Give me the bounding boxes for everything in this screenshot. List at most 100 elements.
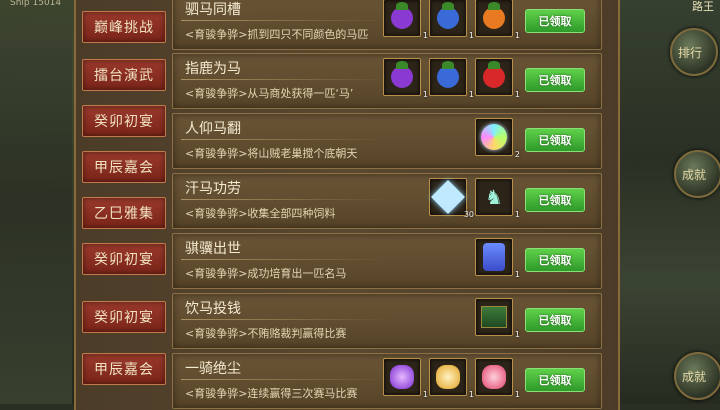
- item-count: 1: [468, 31, 474, 40]
- tab-label: 甲辰嘉会: [94, 160, 154, 176]
- tab-jiachen-gathering-2[interactable]: 甲辰嘉会: [82, 353, 166, 385]
- item-count: 30: [463, 210, 474, 219]
- reward-items: 1: [475, 298, 520, 339]
- reward-slot[interactable]: 1: [383, 58, 428, 99]
- reward-items: 30 ♞ 1: [429, 178, 520, 219]
- tab-label: 甲辰嘉会: [94, 362, 154, 378]
- tab-label: 擂台演武: [94, 68, 154, 84]
- task-row: 人仰马翻 <育骏争骅>将山贼老巢搅个底朝天 2 已领取: [172, 113, 602, 169]
- achievement-button-label: 成就: [682, 168, 707, 182]
- reward-items: 1: [475, 238, 520, 279]
- reward-items: 1 1 1: [383, 0, 520, 40]
- claimed-button[interactable]: 已领取: [525, 128, 585, 152]
- task-title: 一骑绝尘: [185, 361, 241, 377]
- tab-guimao-feast-2[interactable]: 癸卯初宴: [82, 243, 166, 275]
- rank-round-button[interactable]: 排行: [670, 28, 718, 76]
- claimed-button[interactable]: 已领取: [525, 368, 585, 392]
- task-row: 指鹿为马 <育骏争骅>从马商处获得一匹‘马’ 1 1 1 已领取: [172, 53, 602, 109]
- reward-slot[interactable]: 1: [475, 358, 520, 399]
- reward-slot[interactable]: 1: [429, 358, 474, 399]
- claimed-button[interactable]: 已领取: [525, 248, 585, 272]
- claimed-button[interactable]: 已领取: [525, 9, 585, 33]
- item-count: 1: [514, 90, 520, 99]
- task-row: 一骑绝尘 <育骏争骅>连续赢得三次赛马比赛 1 1 1 已领取: [172, 353, 602, 409]
- row-divider: [181, 199, 391, 200]
- task-description: <育骏争骅>成功培育出一匹名马: [185, 267, 347, 280]
- task-description: <育骏争骅>抓到四只不同颜色的马匹: [185, 28, 369, 41]
- item-count: 1: [514, 31, 520, 40]
- row-divider: [181, 79, 391, 80]
- row-divider: [181, 319, 391, 320]
- item-count: 1: [422, 90, 428, 99]
- task-panel: 巅峰挑战 擂台演武 癸卯初宴 甲辰嘉会 乙巳雅集 癸卯初宴 癸卯初宴 甲辰嘉会 …: [74, 0, 620, 410]
- reward-items: 2: [475, 118, 520, 159]
- tab-guimao-feast[interactable]: 癸卯初宴: [82, 105, 166, 137]
- tab-peak-challenge[interactable]: 巅峰挑战: [82, 11, 166, 43]
- achievement-round-button[interactable]: 成就: [674, 150, 720, 198]
- reward-slot[interactable]: 1: [429, 58, 474, 99]
- reward-slot[interactable]: 1: [383, 358, 428, 399]
- treasure-box-icon: [481, 306, 507, 328]
- left-strip-text: Ship 15014: [10, 0, 62, 8]
- gold-gem-icon: [436, 365, 460, 389]
- achievement-round-button-2[interactable]: 成就: [674, 352, 720, 400]
- reward-slot[interactable]: 2: [475, 118, 520, 159]
- fruit-blue-icon: [437, 61, 459, 88]
- claimed-button[interactable]: 已领取: [525, 68, 585, 92]
- item-count: 1: [514, 270, 520, 279]
- blue-statue-icon: [483, 243, 505, 271]
- item-count: 1: [422, 390, 428, 399]
- task-row: 驷马同槽 <育骏争骅>抓到四只不同颜色的马匹 1 1 1 已领取: [172, 0, 602, 50]
- rainbow-orb-icon: [481, 124, 507, 150]
- reward-slot[interactable]: 1: [429, 0, 474, 40]
- item-count: 1: [422, 31, 428, 40]
- task-row: 汗马功劳 <育骏争骅>收集全部四种饲料 30 ♞ 1 已领取: [172, 173, 602, 229]
- row-divider: [181, 20, 391, 21]
- item-count: 1: [468, 90, 474, 99]
- fruit-purple-icon: [391, 61, 413, 88]
- row-divider: [181, 139, 391, 140]
- task-description: <育骏争骅>将山贼老巢搅个底朝天: [185, 147, 358, 160]
- rank-button-label: 排行: [678, 46, 703, 60]
- achievement-button-label-2: 成就: [682, 370, 707, 384]
- task-title: 指鹿为马: [185, 61, 241, 77]
- item-count: 1: [514, 210, 520, 219]
- claimed-button[interactable]: 已领取: [525, 188, 585, 212]
- tab-label: 巅峰挑战: [94, 20, 154, 36]
- tab-guimao-feast-3[interactable]: 癸卯初宴: [82, 301, 166, 333]
- task-title: 骐骥出世: [185, 241, 241, 257]
- reward-slot[interactable]: 1: [475, 238, 520, 279]
- ice-crystal-icon: [431, 180, 465, 214]
- tab-jiachen-gathering[interactable]: 甲辰嘉会: [82, 151, 166, 183]
- tab-label: 癸卯初宴: [94, 114, 154, 130]
- task-description: <育骏争骅>收集全部四种饲料: [185, 207, 336, 220]
- right-top-text: 路王: [692, 0, 714, 13]
- item-count: 1: [514, 330, 520, 339]
- reward-slot[interactable]: ♞ 1: [475, 178, 520, 219]
- item-count: 1: [514, 390, 520, 399]
- tab-label: 乙巳雅集: [94, 206, 154, 222]
- tab-label: 癸卯初宴: [94, 252, 154, 268]
- fruit-purple-icon: [391, 2, 413, 29]
- spirit-horse-icon: ♞: [485, 185, 503, 209]
- item-count: 1: [468, 390, 474, 399]
- tab-arena[interactable]: 擂台演武: [82, 59, 166, 91]
- task-description: <育骏争骅>不贿赂裁判赢得比赛: [185, 327, 347, 340]
- reward-slot[interactable]: 1: [475, 0, 520, 40]
- reward-slot[interactable]: 1: [383, 0, 428, 40]
- reward-slot[interactable]: 1: [475, 298, 520, 339]
- task-title: 汗马功劳: [185, 181, 241, 197]
- claimed-button[interactable]: 已领取: [525, 308, 585, 332]
- item-count: 2: [514, 150, 520, 159]
- task-title: 饮马投钱: [185, 301, 241, 317]
- task-description: <育骏争骅>连续赢得三次赛马比赛: [185, 387, 358, 400]
- pink-gem-icon: [482, 365, 506, 389]
- reward-slot[interactable]: 1: [475, 58, 520, 99]
- tab-yisi-gathering[interactable]: 乙巳雅集: [82, 197, 166, 229]
- fruit-blue-icon: [437, 2, 459, 29]
- purple-gem-icon: [390, 365, 414, 389]
- task-description: <育骏争骅>从马商处获得一匹‘马’: [185, 87, 354, 100]
- task-title: 驷马同槽: [185, 2, 241, 18]
- reward-slot[interactable]: 30: [429, 178, 474, 219]
- right-background-strip: 路王 排行 成就 成就: [614, 0, 720, 404]
